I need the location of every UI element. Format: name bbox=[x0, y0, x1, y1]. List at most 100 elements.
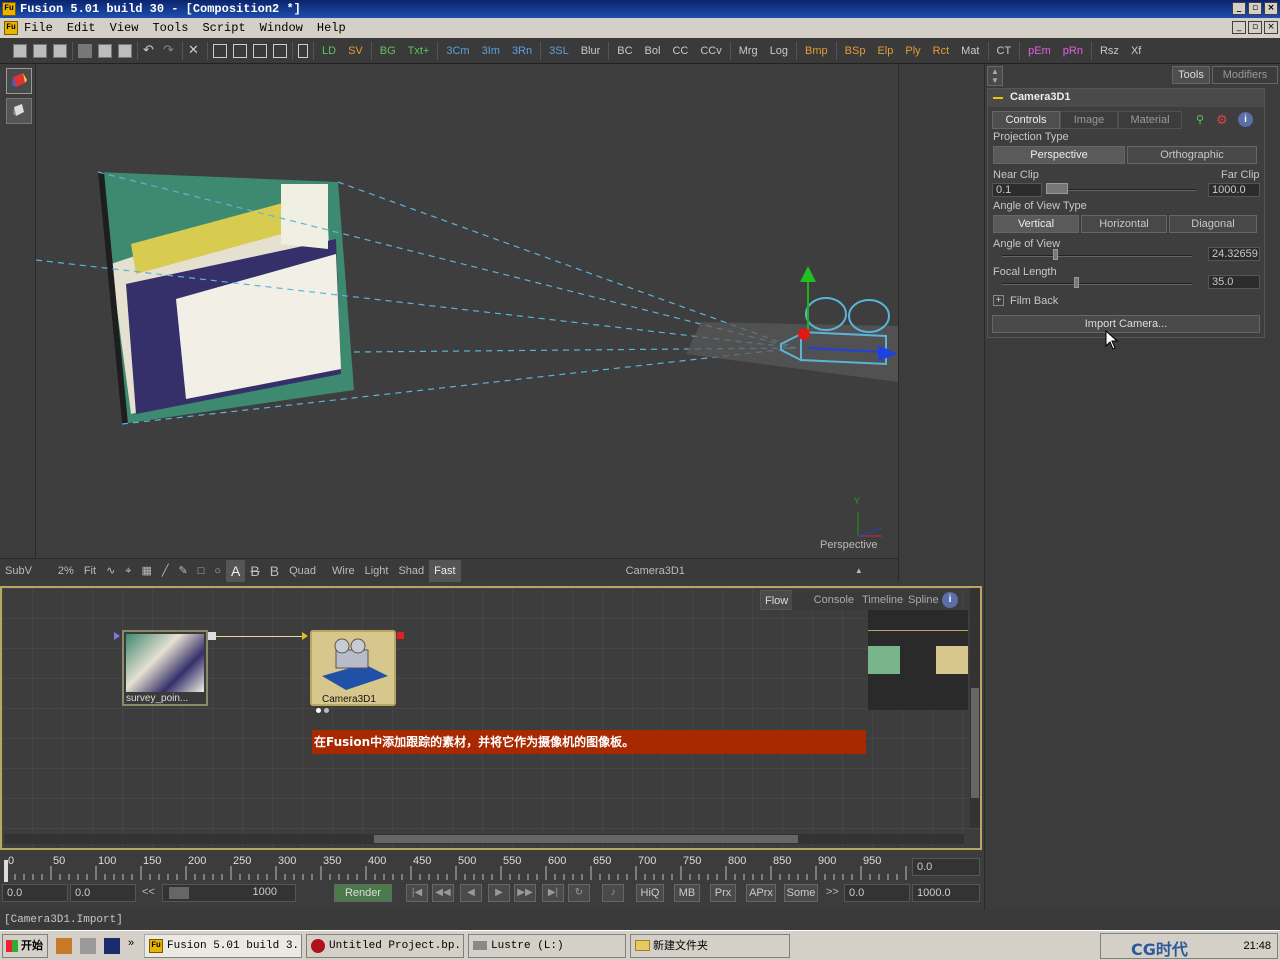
delete-icon[interactable]: ✕ bbox=[188, 43, 202, 58]
some-button[interactable]: Some bbox=[784, 884, 818, 902]
focal-length-slider[interactable] bbox=[1002, 283, 1192, 285]
tool-button-rsz[interactable]: Rsz bbox=[1094, 41, 1125, 61]
aov-slider-thumb[interactable] bbox=[1053, 249, 1058, 260]
goto-end-icon[interactable]: ▶| bbox=[542, 884, 564, 902]
view-ab-button[interactable]: B bbox=[245, 560, 264, 582]
menu-help[interactable]: Help bbox=[317, 18, 346, 38]
menu-view[interactable]: View bbox=[110, 18, 139, 38]
tab-timeline[interactable]: Timeline bbox=[858, 590, 908, 610]
tool-button-sv[interactable]: SV bbox=[342, 41, 369, 61]
tool-button-mat[interactable]: Mat bbox=[955, 41, 985, 61]
zoom-value[interactable]: 2% bbox=[53, 560, 79, 582]
menu-file[interactable]: File bbox=[24, 18, 53, 38]
menu-window[interactable]: Window bbox=[260, 18, 303, 38]
tool-button-rct[interactable]: Rct bbox=[927, 41, 956, 61]
tool-button-txt[interactable]: Txt+ bbox=[402, 41, 436, 61]
info-icon[interactable]: i bbox=[942, 592, 958, 608]
fast-button[interactable]: Fast bbox=[429, 559, 461, 582]
view-b-button[interactable]: B bbox=[265, 560, 284, 582]
node-survey-loader[interactable]: survey_poin... bbox=[122, 630, 208, 706]
tool-button-bc[interactable]: BC bbox=[611, 41, 638, 61]
menu-tools[interactable]: Tools bbox=[152, 18, 188, 38]
new-file-icon[interactable] bbox=[13, 43, 27, 58]
tool-button-log[interactable]: Log bbox=[764, 41, 794, 61]
tool-header[interactable]: Camera3D1 bbox=[988, 89, 1264, 107]
aov-horizontal-button[interactable]: Horizontal bbox=[1081, 215, 1167, 233]
taskbar-item-folder[interactable]: 新建文件夹 bbox=[630, 934, 790, 958]
more-quicklaunch-icon[interactable]: » bbox=[128, 937, 134, 949]
quicklaunch-icon[interactable] bbox=[104, 938, 120, 954]
global-start-field[interactable]: 0.0 bbox=[2, 884, 68, 902]
aov-vertical-button[interactable]: Vertical bbox=[993, 215, 1079, 233]
light-button[interactable]: Light bbox=[360, 560, 394, 582]
doc-minimize-button[interactable]: _ bbox=[1232, 21, 1246, 34]
layout-2-icon[interactable] bbox=[233, 43, 247, 58]
magic-wand-icon[interactable]: ✎ bbox=[174, 560, 193, 582]
tool-button-3rn[interactable]: 3Rn bbox=[506, 41, 538, 61]
tab-tools[interactable]: Tools bbox=[1172, 66, 1210, 84]
tool-button-xf[interactable]: Xf bbox=[1125, 41, 1147, 61]
projection-perspective-button[interactable]: Perspective bbox=[993, 146, 1125, 164]
expand-plus-icon[interactable]: + bbox=[993, 295, 1004, 306]
rectangle-icon[interactable]: □ bbox=[193, 560, 210, 582]
menu-script[interactable]: Script bbox=[202, 18, 245, 38]
render-end-field[interactable]: 0.0 bbox=[844, 884, 910, 902]
subtab-controls[interactable]: Controls bbox=[992, 111, 1060, 129]
clip-range-slider[interactable] bbox=[1046, 189, 1196, 191]
spline-icon[interactable]: ∿ bbox=[101, 560, 120, 582]
restore-button[interactable]: ▫ bbox=[1248, 2, 1262, 15]
audio-icon[interactable]: ♪ bbox=[602, 884, 624, 902]
flow-navigator[interactable] bbox=[868, 610, 968, 710]
ellipse-icon[interactable]: ○ bbox=[209, 560, 226, 582]
quicklaunch-icon[interactable] bbox=[56, 938, 72, 954]
settings-gear-icon[interactable]: ⚙ bbox=[1216, 112, 1230, 127]
cut-icon[interactable] bbox=[78, 43, 92, 58]
quad-button[interactable]: Quad bbox=[284, 560, 321, 582]
proxy-button[interactable]: Prx bbox=[710, 884, 736, 902]
tool-button-bsp[interactable]: BSp bbox=[839, 41, 872, 61]
film-back-label[interactable]: Film Back bbox=[1010, 295, 1058, 307]
subtab-image[interactable]: Image bbox=[1060, 111, 1118, 129]
playhead[interactable] bbox=[4, 860, 8, 882]
quicklaunch-icon[interactable] bbox=[80, 938, 96, 954]
y-axis-arrow-icon[interactable] bbox=[800, 266, 816, 282]
aov-field[interactable]: 24.32659 bbox=[1208, 247, 1260, 261]
transform-icon[interactable]: ⌖ bbox=[120, 560, 136, 582]
output-port[interactable] bbox=[208, 632, 216, 640]
tool-button-bmp[interactable]: Bmp bbox=[799, 41, 834, 61]
wire-button[interactable]: Wire bbox=[327, 560, 360, 582]
taskbar-item-lustre[interactable]: Lustre (L:) bbox=[468, 934, 626, 958]
close-button[interactable]: × bbox=[1264, 2, 1278, 15]
subview-button[interactable]: SubV bbox=[0, 560, 37, 582]
view-a-button[interactable]: A bbox=[226, 559, 246, 582]
pivot-point[interactable] bbox=[798, 328, 810, 340]
copy-icon[interactable] bbox=[98, 43, 112, 58]
save-icon[interactable] bbox=[53, 43, 67, 58]
tool-button-3im[interactable]: 3Im bbox=[476, 41, 506, 61]
tool-button-pem[interactable]: pEm bbox=[1022, 41, 1057, 61]
paint-icon[interactable]: ╱ bbox=[157, 560, 174, 582]
tool-button-bol[interactable]: Bol bbox=[639, 41, 667, 61]
goto-start-icon[interactable]: |◀ bbox=[406, 884, 428, 902]
3d-viewport[interactable]: Y Perspective bbox=[36, 64, 898, 558]
viewbar-menu-arrow-icon[interactable]: ▲ bbox=[850, 560, 868, 582]
global-end-field[interactable]: 1000.0 bbox=[912, 884, 980, 902]
near-clip-field[interactable]: 0.1 bbox=[992, 183, 1042, 197]
focal-length-thumb[interactable] bbox=[1074, 277, 1079, 288]
clip-range-thumb[interactable] bbox=[1046, 183, 1068, 194]
start-button[interactable]: 开始 bbox=[2, 934, 48, 958]
doc-restore-button[interactable]: ▫ bbox=[1248, 21, 1262, 34]
focal-length-field[interactable]: 35.0 bbox=[1208, 275, 1260, 289]
expand-right-button[interactable]: >> bbox=[826, 886, 839, 898]
time-ruler[interactable]: 0 50 100 150 200 250 300 350 400 450 500 550 600 650 7… bbox=[0, 850, 982, 910]
layout-4-icon[interactable] bbox=[273, 43, 287, 58]
node-camera3d[interactable]: Camera3D1 bbox=[310, 630, 396, 706]
render-start-field[interactable]: 0.0 bbox=[70, 884, 136, 902]
fit-button[interactable]: Fit bbox=[79, 560, 101, 582]
tool-button-ply[interactable]: Ply bbox=[899, 41, 926, 61]
far-clip-field[interactable]: 1000.0 bbox=[1208, 183, 1260, 197]
tab-console[interactable]: Console bbox=[792, 590, 858, 610]
taskbar-item-fusion[interactable]: Fu Fusion 5.01 build 3... bbox=[144, 934, 302, 958]
hiq-button[interactable]: HiQ bbox=[636, 884, 664, 902]
loop-icon[interactable]: ↻ bbox=[568, 884, 590, 902]
